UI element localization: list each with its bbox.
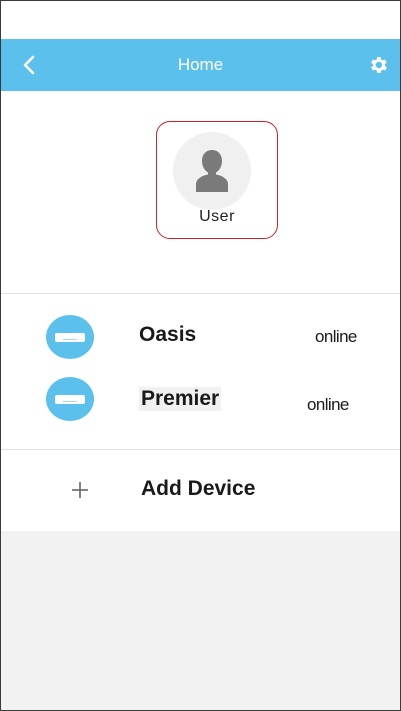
page-title: Home <box>177 55 224 74</box>
user-card[interactable]: User <box>156 121 278 239</box>
app-screen: Home User Oasis online Premier online Ad… <box>0 0 401 711</box>
add-device-button[interactable]: Add Device <box>1 451 400 531</box>
user-section: User <box>1 91 400 291</box>
air-conditioner-icon <box>46 315 94 359</box>
person-icon <box>196 150 228 192</box>
gear-icon <box>371 57 387 73</box>
device-row-oasis[interactable]: Oasis online <box>1 307 400 371</box>
nav-bar: Home <box>1 39 400 91</box>
device-row-premier[interactable]: Premier online <box>1 371 400 435</box>
air-conditioner-icon <box>46 377 94 421</box>
device-status: online <box>315 327 357 346</box>
status-area <box>1 1 400 39</box>
divider <box>1 293 400 294</box>
device-status: online <box>307 395 349 414</box>
plus-icon <box>72 482 88 498</box>
device-name: Premier <box>139 387 222 411</box>
add-device-label: Add Device <box>141 477 256 500</box>
empty-area <box>1 531 400 710</box>
settings-button[interactable] <box>364 51 392 79</box>
divider <box>1 449 400 450</box>
device-name: Oasis <box>139 323 197 346</box>
user-label: User <box>199 208 235 225</box>
avatar <box>173 132 251 210</box>
